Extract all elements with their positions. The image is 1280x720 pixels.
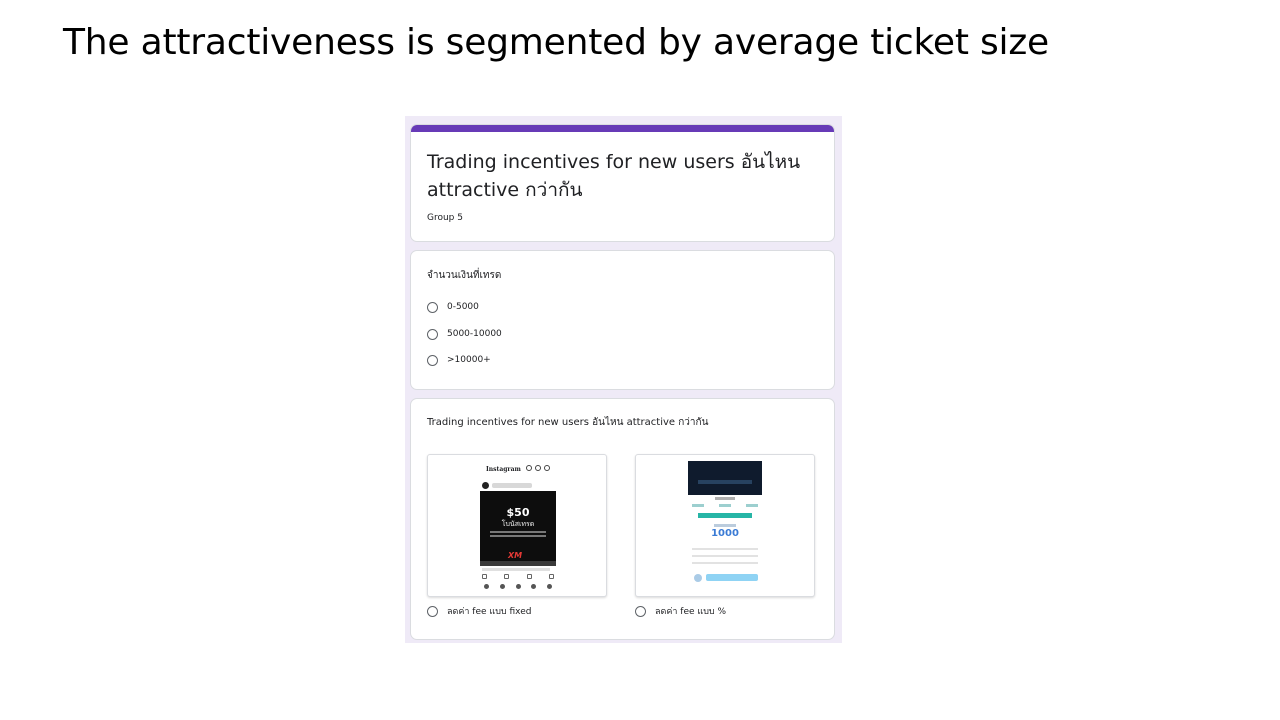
post-action-icons: [482, 574, 554, 580]
form-header-card: Trading incentives for new users อันไหน …: [410, 124, 835, 242]
question-card-incentive: Trading incentives for new users อันไหน …: [410, 398, 835, 640]
app-bottom-sheet: 1000: [688, 495, 762, 591]
post-meta: [492, 483, 532, 488]
radio-option-fixed-fee[interactable]: ลดค่า fee แบบ fixed: [427, 603, 531, 619]
google-form-screenshot: Trading incentives for new users อันไหน …: [405, 116, 842, 643]
radio-button[interactable]: [635, 605, 646, 617]
radio-option-percent-fee[interactable]: ลดค่า fee แบบ %: [635, 603, 726, 619]
radio-option-10000-plus[interactable]: >10000+: [427, 352, 491, 368]
radio-option-5000-10000[interactable]: 5000-10000: [427, 326, 502, 342]
app-header: [688, 461, 762, 495]
sheet-amount: 1000: [711, 528, 739, 539]
question-title: จำนวนเงินที่เทรด: [427, 270, 502, 281]
promo-image: $50 โบนัสเทรด XM: [480, 491, 556, 566]
sheet-highlight-bar: [698, 513, 752, 518]
question-title: Trading incentives for new users อันไหน …: [427, 417, 709, 428]
option-image-percent-fee[interactable]: 1000: [635, 454, 815, 597]
promo-strip: [480, 561, 556, 566]
avatar: [482, 482, 489, 489]
brand-logo: XM: [508, 551, 523, 560]
promo-lines: [490, 531, 546, 539]
form-subtitle: Group 5: [427, 213, 463, 223]
radio-label: ลดค่า fee แบบ %: [655, 607, 727, 617]
sheet-button: [706, 574, 758, 581]
sheet-text-lines: [692, 548, 758, 569]
instagram-wordmark: Instagram: [486, 466, 521, 473]
radio-button[interactable]: [427, 354, 438, 366]
form-title: Trading incentives for new users อันไหน …: [427, 151, 801, 201]
radio-button[interactable]: [427, 301, 438, 313]
question-card-amount: จำนวนเงินที่เทรด 0-5000 5000-10000 >1000…: [410, 250, 835, 390]
radio-button[interactable]: [427, 605, 438, 617]
radio-label: ลดค่า fee แบบ fixed: [447, 607, 532, 617]
post-caption: [482, 568, 550, 571]
radio-option-0-5000[interactable]: 0-5000: [427, 299, 479, 315]
slide-title: The attractiveness is segmented by avera…: [63, 22, 1049, 63]
bottom-nav-icons: [484, 584, 552, 590]
form-accent-bar: [411, 125, 834, 132]
radio-button[interactable]: [427, 328, 438, 340]
info-icon: [694, 574, 702, 582]
header-icons: [526, 465, 552, 472]
radio-label: >10000+: [447, 355, 491, 365]
promo-text: โบนัสเทรด: [501, 520, 535, 528]
sheet-tabs: [692, 504, 758, 507]
option-image-fixed-fee[interactable]: Instagram $50 โบนัสเทรด XM: [427, 454, 607, 597]
promo-amount: $50: [506, 506, 530, 519]
radio-label: 5000-10000: [447, 329, 502, 339]
radio-label: 0-5000: [447, 302, 479, 312]
